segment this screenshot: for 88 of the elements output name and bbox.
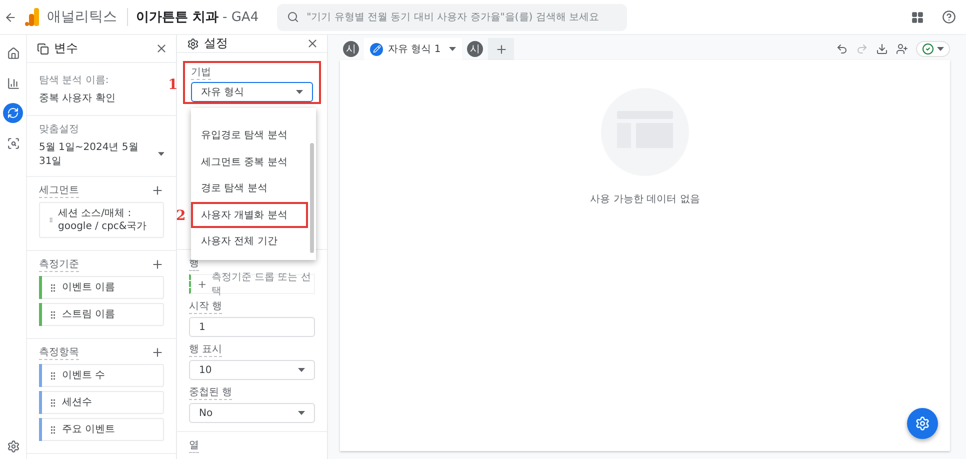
search-field[interactable]: "기기 유형별 전월 동기 대비 사용자 증가율"을(를) 검색해 보세요 [276, 4, 627, 30]
target-search-icon [6, 136, 20, 150]
caret-icon [158, 152, 164, 156]
variables-icon [37, 42, 49, 54]
check-circle-icon [922, 43, 934, 55]
caret-icon [298, 368, 305, 372]
caret-icon [449, 47, 456, 51]
undo-button[interactable] [836, 43, 848, 55]
close-button[interactable] [306, 37, 319, 50]
field-label: 맞춤설정 [39, 123, 80, 136]
user-avatar[interactable]: 시 [467, 41, 483, 57]
select-field[interactable]: No [189, 403, 315, 423]
add-button[interactable] [151, 258, 164, 271]
technique-select[interactable]: 자유 형식 [191, 82, 313, 102]
gear-icon [915, 416, 930, 431]
gear-icon [187, 38, 199, 50]
field-label: 시작 행 [189, 299, 222, 314]
help-icon [942, 10, 956, 24]
add-button[interactable] [151, 346, 164, 359]
chip-label: 스트림 이름 [62, 308, 116, 321]
product-name: 애널리틱스 [47, 8, 128, 26]
drag-handle-icon [48, 282, 58, 292]
variable-chip[interactable]: 이벤트 수 [39, 364, 164, 387]
plus-icon [197, 278, 208, 290]
field-label: 기법 [191, 65, 211, 80]
exploration-name[interactable]: 중복 사용자 확인 [39, 91, 164, 105]
field-label: 탐색 분석 이름: [39, 74, 110, 87]
share-button[interactable] [896, 43, 908, 55]
panel-title: 설정 [204, 35, 229, 52]
plus-icon [494, 42, 508, 56]
panel-title: 변수 [54, 40, 79, 57]
section-title: 측정항목 [39, 345, 79, 360]
date-range[interactable]: 5월 1일~2024년 5월 31일 [39, 140, 154, 168]
add-button[interactable] [151, 184, 164, 197]
bar-chart-icon [6, 76, 20, 90]
back-button[interactable] [4, 10, 17, 24]
caret-icon [937, 47, 944, 51]
field-label: 중첩된 행 [189, 385, 232, 400]
apps-grid-button[interactable] [911, 10, 924, 24]
caret-icon [298, 411, 305, 415]
variable-chip[interactable]: 세션 소스/매체 : google / cpc&국가 [39, 202, 164, 238]
field-label: 열 [189, 438, 199, 453]
variable-chip[interactable]: 이벤트 이름 [39, 276, 164, 299]
add-tab-button[interactable] [488, 38, 514, 60]
section-title: 측정기준 [39, 257, 79, 272]
property-name[interactable]: 이가튼튼 치과 [136, 8, 219, 26]
chip-label: 이벤트 이름 [62, 281, 116, 294]
drag-handle-icon [48, 398, 58, 408]
drag-handle-icon [48, 370, 58, 380]
chip-label: 세션 소스/매체 : google / cpc&국가 [58, 207, 148, 233]
settings-button[interactable] [6, 440, 20, 453]
nav-refresh-button[interactable] [3, 103, 23, 123]
select-field[interactable]: 10 [189, 360, 315, 380]
bar-chart-logo-icon [25, 8, 39, 26]
chip-label: 주요 이벤트 [62, 423, 116, 436]
download-button[interactable] [876, 43, 888, 55]
settings-icon [6, 440, 20, 453]
property-suffix: - GA4 [222, 10, 259, 24]
drag-handle-icon [48, 424, 58, 434]
add-user-icon [896, 43, 908, 55]
annotation-number: 2 [176, 208, 186, 224]
variable-chip[interactable]: 스트림 이름 [39, 303, 164, 326]
empty-message: 사용 가능한 데이터 없음 [590, 193, 700, 206]
redo-icon [856, 43, 868, 55]
variable-chip[interactable]: 세션수 [39, 391, 164, 414]
status-menu-button[interactable] [916, 41, 950, 57]
variable-chip[interactable]: 주요 이벤트 [39, 418, 164, 441]
undo-icon [836, 43, 848, 55]
input-field[interactable]: 1 [189, 317, 315, 337]
download-icon [876, 43, 888, 55]
field-label: 행 표시 [189, 342, 222, 357]
pencil-icon [370, 42, 383, 56]
close-button[interactable] [155, 42, 168, 55]
caret-icon [296, 90, 303, 94]
drop-zone[interactable]: 측정기준 드롭 또는 선택 [189, 274, 315, 294]
chip-label: 이벤트 수 [62, 369, 106, 382]
exploration-tab[interactable]: 자유 형식 1 [364, 38, 462, 60]
drag-handle-icon [48, 310, 58, 320]
chip-label: 세션수 [62, 396, 92, 409]
refresh-icon [7, 107, 19, 119]
search-icon [286, 10, 299, 22]
grid-icon [911, 10, 924, 24]
user-avatar[interactable]: 시 [343, 41, 359, 57]
insights-button[interactable] [907, 408, 938, 439]
help-button[interactable] [942, 10, 956, 24]
home-icon [6, 46, 20, 60]
section-title: 세그먼트 [39, 183, 79, 198]
annotation-number: 1 [168, 77, 178, 93]
